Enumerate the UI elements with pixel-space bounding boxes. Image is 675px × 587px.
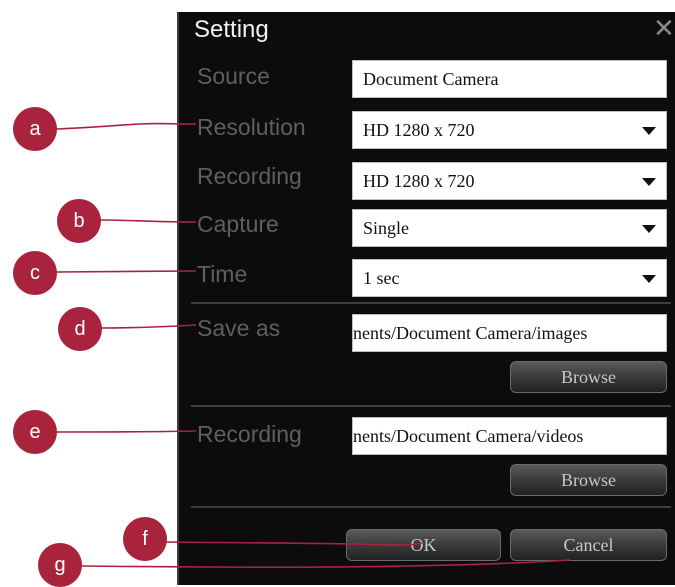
save-as-label: Save as (197, 315, 281, 341)
title-bar[interactable]: Setting ✕ (179, 12, 675, 46)
leader-line-e (56, 430, 197, 433)
recording-select[interactable]: HD 1280 x 720 (352, 162, 667, 200)
capture-select[interactable]: Single (352, 209, 667, 247)
capture-label: Capture (197, 211, 279, 237)
dropdown-arrow-icon (642, 178, 656, 186)
callout-d: d (58, 307, 102, 351)
leader-line-a (56, 122, 197, 130)
source-label: Source (197, 63, 270, 89)
capture-value: Single (363, 218, 410, 238)
save-as-path-field[interactable]: nents/Document Camera/images (352, 314, 667, 352)
recording-path-value: nents/Document Camera/videos (353, 426, 584, 446)
divider (191, 506, 671, 508)
recording-path-label: Recording (197, 421, 302, 447)
leader-line-c (56, 270, 197, 273)
callout-a: a (13, 107, 57, 151)
save-as-path-value: nents/Document Camera/images (353, 323, 588, 343)
source-field[interactable]: Document Camera (352, 60, 667, 98)
recording-label: Recording (197, 163, 302, 189)
recording-path-field[interactable]: nents/Document Camera/videos (352, 417, 667, 455)
resolution-select[interactable]: HD 1280 x 720 (352, 111, 667, 149)
dialog-title: Setting (194, 16, 269, 43)
dropdown-arrow-icon (642, 127, 656, 135)
browse-videos-button[interactable]: Browse (510, 464, 667, 496)
callout-f: f (123, 517, 167, 561)
callout-c: c (13, 251, 57, 295)
resolution-label: Resolution (197, 114, 306, 140)
callout-b: b (57, 199, 101, 243)
time-value: 1 sec (363, 268, 400, 288)
time-select[interactable]: 1 sec (352, 259, 667, 297)
close-icon[interactable]: ✕ (653, 14, 675, 44)
resolution-value: HD 1280 x 720 (363, 120, 475, 140)
callout-g: g (38, 543, 82, 587)
divider (191, 405, 671, 407)
dropdown-arrow-icon (642, 225, 656, 233)
time-label: Time (197, 261, 248, 287)
callout-e: e (13, 410, 57, 454)
setting-dialog: Setting ✕ Source Document Camera Resolut… (177, 12, 675, 585)
browse-images-button[interactable]: Browse (510, 361, 667, 393)
ok-button[interactable]: OK (346, 529, 501, 561)
cancel-button[interactable]: Cancel (510, 529, 667, 561)
recording-value: HD 1280 x 720 (363, 171, 475, 191)
divider (191, 302, 671, 304)
dropdown-arrow-icon (642, 275, 656, 283)
